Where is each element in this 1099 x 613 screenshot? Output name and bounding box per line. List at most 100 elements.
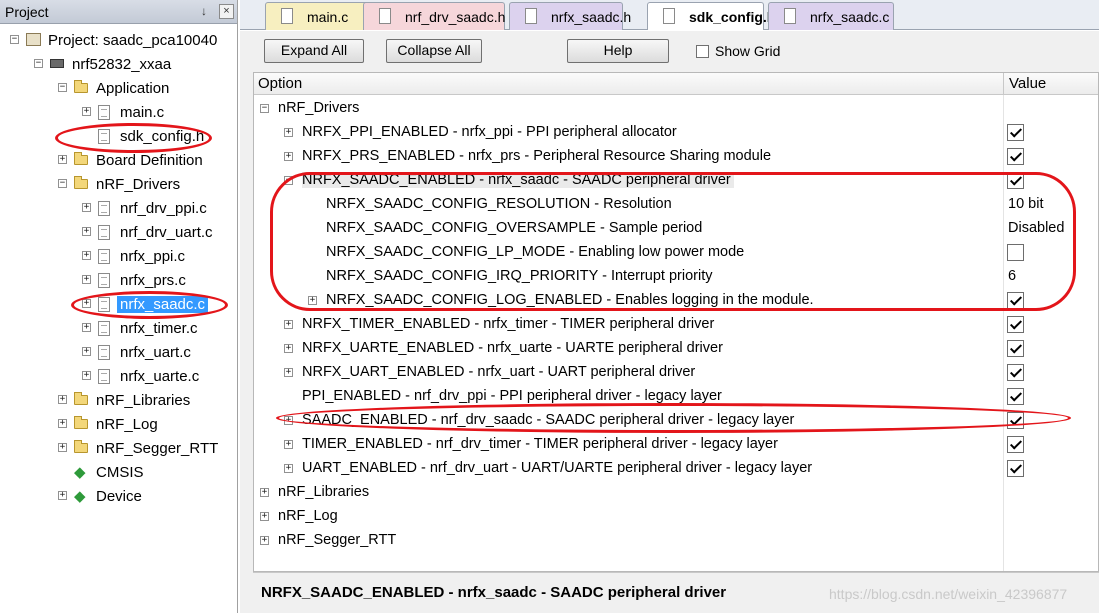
option-value-checkbox[interactable] (1007, 124, 1024, 141)
expand-icon[interactable]: + (308, 296, 317, 305)
option-row[interactable]: −nRF_Drivers (254, 97, 1099, 121)
expand-icon[interactable]: + (284, 464, 293, 473)
expand-icon[interactable]: + (82, 371, 91, 380)
option-value[interactable]: 10 bit (1008, 196, 1043, 212)
tree-item-device[interactable]: +◆Device (0, 486, 238, 508)
option-row[interactable]: +NRFX_PPI_ENABLED - nrfx_ppi - PPI perip… (254, 121, 1099, 145)
expand-all-button[interactable]: Expand All (264, 39, 364, 63)
option-row[interactable]: +SAADC_ENABLED - nrf_drv_saadc - SAADC p… (254, 409, 1099, 433)
close-icon[interactable]: × (219, 4, 234, 19)
tree-item-nrfx-ppi[interactable]: +nrfx_ppi.c (0, 246, 238, 268)
option-value-checkbox[interactable] (1007, 460, 1024, 477)
tab-nrf-drv-saadc-h[interactable]: nrf_drv_saadc.h (363, 2, 505, 30)
expand-icon[interactable]: + (260, 536, 269, 545)
tree-item-nrfx-prs[interactable]: +nrfx_prs.c (0, 270, 238, 292)
option-value-checkbox[interactable] (1007, 388, 1024, 405)
expand-icon[interactable]: + (284, 128, 293, 137)
option-row[interactable]: −NRFX_SAADC_ENABLED - nrfx_saadc - SAADC… (254, 169, 1099, 193)
tree-item-sdk-config-h[interactable]: sdk_config.h (0, 126, 238, 148)
option-value-checkbox[interactable] (1007, 148, 1024, 165)
option-value-checkbox[interactable] (1007, 316, 1024, 333)
collapse-icon[interactable]: − (58, 83, 67, 92)
pin-icon[interactable]: ↓ (201, 4, 207, 18)
value-column-header[interactable]: Value (1009, 75, 1046, 92)
expand-icon[interactable]: + (82, 251, 91, 260)
expand-icon[interactable]: + (58, 395, 67, 404)
option-row[interactable]: +nRF_Segger_RTT (254, 529, 1099, 553)
tree-item-nrfx-uart[interactable]: +nrfx_uart.c (0, 342, 238, 364)
tree-item-project[interactable]: −Project: saadc_pca10040 (0, 30, 238, 52)
option-row[interactable]: NRFX_SAADC_CONFIG_RESOLUTION - Resolutio… (254, 193, 1099, 217)
option-row[interactable]: +NRFX_UART_ENABLED - nrfx_uart - UART pe… (254, 361, 1099, 385)
option-row[interactable]: PPI_ENABLED - nrf_drv_ppi - PPI peripher… (254, 385, 1099, 409)
option-row[interactable]: +NRFX_PRS_ENABLED - nrfx_prs - Periphera… (254, 145, 1099, 169)
option-row[interactable]: +NRFX_SAADC_CONFIG_LOG_ENABLED - Enables… (254, 289, 1099, 313)
expand-icon[interactable]: + (284, 368, 293, 377)
option-row[interactable]: +nRF_Libraries (254, 481, 1099, 505)
tree-item-nrfx-uarte[interactable]: +nrfx_uarte.c (0, 366, 238, 388)
expand-icon[interactable]: + (82, 107, 91, 116)
tree-item-nrf-libraries[interactable]: +nRF_Libraries (0, 390, 238, 412)
option-value[interactable]: Disabled (1008, 220, 1064, 236)
collapse-icon[interactable]: − (284, 176, 293, 185)
show-grid-checkbox[interactable] (696, 45, 709, 58)
tree-item-nrf-segger-rtt[interactable]: +nRF_Segger_RTT (0, 438, 238, 460)
option-value-checkbox[interactable] (1007, 244, 1024, 261)
option-value-checkbox[interactable] (1007, 292, 1024, 309)
expand-icon[interactable]: + (58, 443, 67, 452)
expand-icon[interactable]: + (58, 419, 67, 428)
expand-icon[interactable]: + (82, 347, 91, 356)
option-value[interactable]: 6 (1008, 268, 1016, 284)
expand-icon[interactable]: + (284, 152, 293, 161)
option-value-checkbox[interactable] (1007, 412, 1024, 429)
expand-icon[interactable]: + (82, 323, 91, 332)
tab-nrfx-saadc-h[interactable]: nrfx_saadc.h (509, 2, 623, 30)
tree-item-nrf-drv-ppi[interactable]: +nrf_drv_ppi.c (0, 198, 238, 220)
tree-item-cmsis[interactable]: ◆CMSIS (0, 462, 238, 484)
option-value-checkbox[interactable] (1007, 172, 1024, 189)
option-value-checkbox[interactable] (1007, 436, 1024, 453)
expand-icon[interactable]: + (82, 299, 91, 308)
expand-icon[interactable]: + (58, 491, 67, 500)
help-button[interactable]: Help (567, 39, 669, 63)
tree-item-nrf-log[interactable]: +nRF_Log (0, 414, 238, 436)
collapse-icon[interactable]: − (260, 104, 269, 113)
expand-icon[interactable]: + (284, 320, 293, 329)
collapse-icon[interactable]: − (58, 179, 67, 188)
collapse-all-button[interactable]: Collapse All (386, 39, 482, 63)
tab-sdk-config-h[interactable]: sdk_config.h (647, 2, 764, 30)
option-row[interactable]: +UART_ENABLED - nrf_drv_uart - UART/UART… (254, 457, 1099, 481)
column-divider[interactable] (1003, 73, 1004, 95)
expand-icon[interactable]: + (82, 203, 91, 212)
expand-icon[interactable]: + (58, 155, 67, 164)
tree-item-nrfx-timer[interactable]: +nrfx_timer.c (0, 318, 238, 340)
tree-item-main-c[interactable]: +main.c (0, 102, 238, 124)
expand-icon[interactable]: + (284, 416, 293, 425)
expand-icon[interactable]: + (260, 488, 269, 497)
option-row[interactable]: +NRFX_UARTE_ENABLED - nrfx_uarte - UARTE… (254, 337, 1099, 361)
collapse-icon[interactable]: − (34, 59, 43, 68)
option-row[interactable]: NRFX_SAADC_CONFIG_OVERSAMPLE - Sample pe… (254, 217, 1099, 241)
tree-item-application[interactable]: −Application (0, 78, 238, 100)
tree-item-nrf-drivers[interactable]: −nRF_Drivers (0, 174, 238, 196)
option-row[interactable]: NRFX_SAADC_CONFIG_LP_MODE - Enabling low… (254, 241, 1099, 265)
tab-nrfx-saadc-c[interactable]: nrfx_saadc.c (768, 2, 894, 30)
option-column-header[interactable]: Option (258, 75, 302, 92)
tree-item-board-definition[interactable]: +Board Definition (0, 150, 238, 172)
option-row[interactable]: +nRF_Log (254, 505, 1099, 529)
tree-item-nrf-drv-uart[interactable]: +nrf_drv_uart.c (0, 222, 238, 244)
expand-icon[interactable]: + (284, 344, 293, 353)
option-value-checkbox[interactable] (1007, 364, 1024, 381)
tree-item-nrfx-saadc[interactable]: +nrfx_saadc.c (0, 294, 238, 316)
option-value-checkbox[interactable] (1007, 340, 1024, 357)
option-row[interactable]: NRFX_SAADC_CONFIG_IRQ_PRIORITY - Interru… (254, 265, 1099, 289)
expand-icon[interactable]: + (82, 227, 91, 236)
collapse-icon[interactable]: − (10, 35, 19, 44)
expand-icon[interactable]: + (82, 275, 91, 284)
tab-main-c[interactable]: main.c (265, 2, 372, 30)
tree-item-target[interactable]: −nrf52832_xxaa (0, 54, 238, 76)
option-row[interactable]: +NRFX_TIMER_ENABLED - nrfx_timer - TIMER… (254, 313, 1099, 337)
expand-icon[interactable]: + (260, 512, 269, 521)
option-row[interactable]: +TIMER_ENABLED - nrf_drv_timer - TIMER p… (254, 433, 1099, 457)
expand-icon[interactable]: + (284, 440, 293, 449)
